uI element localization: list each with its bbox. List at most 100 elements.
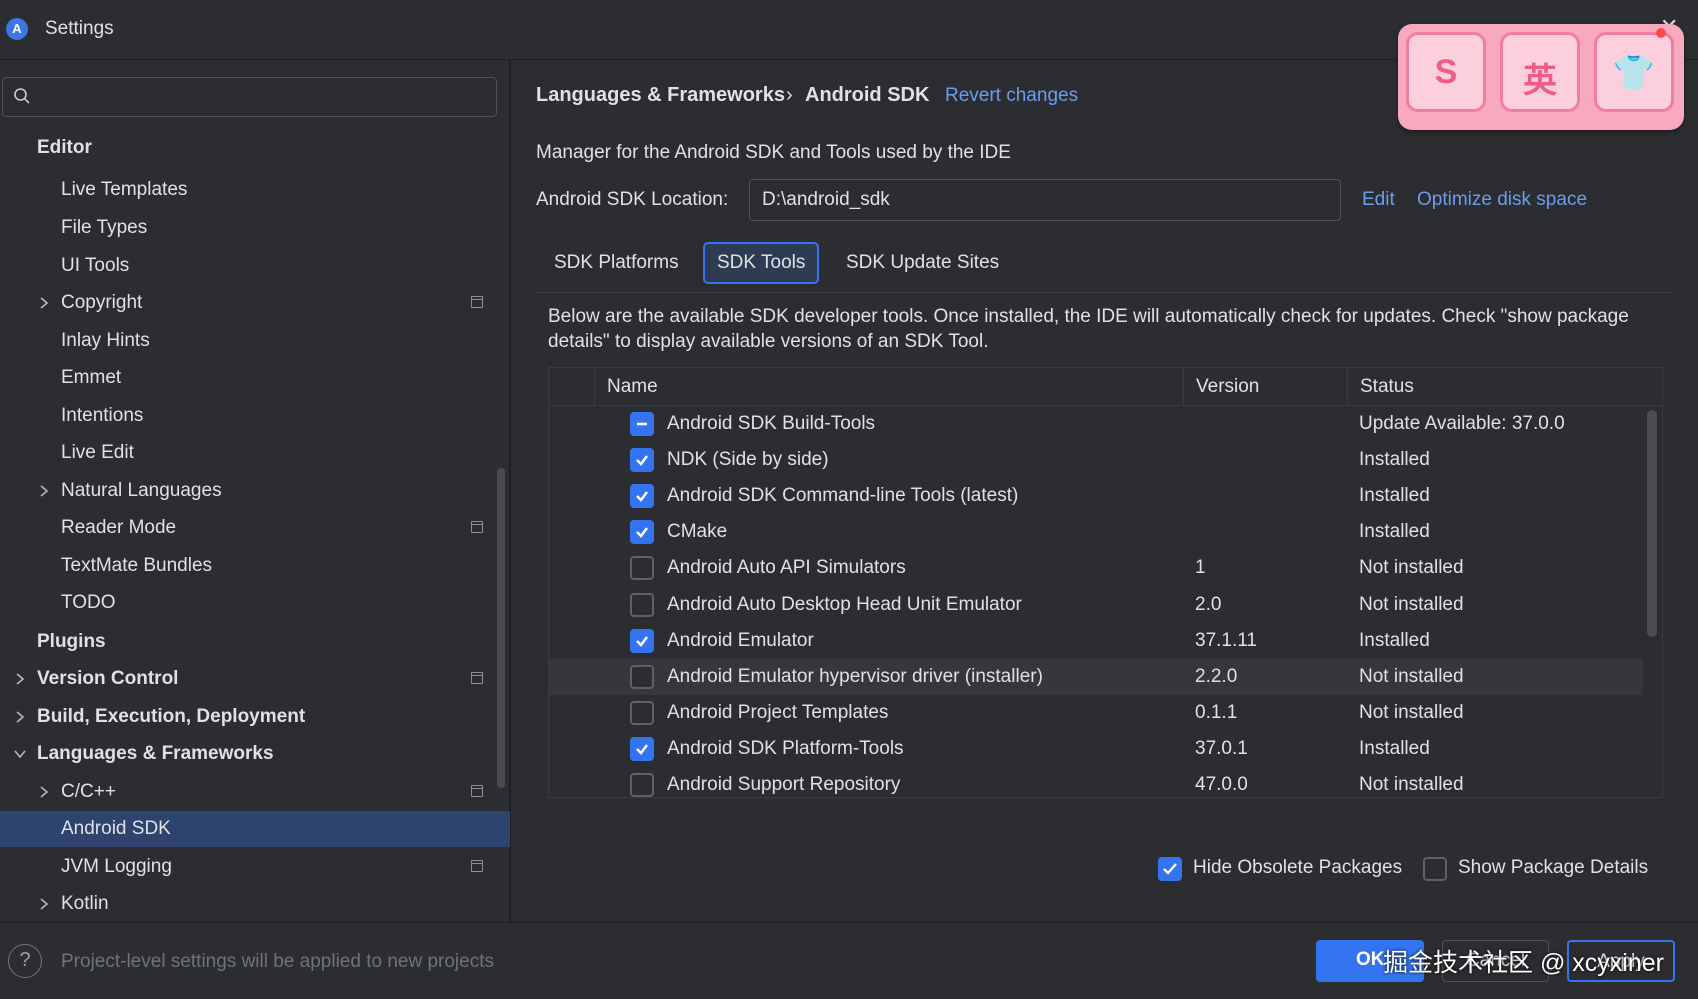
row-name: Android Support Repository xyxy=(667,774,901,795)
project-level-icon xyxy=(471,521,483,533)
row-checkbox[interactable] xyxy=(630,448,654,473)
sidebar-item[interactable]: TextMate Bundles xyxy=(0,548,510,584)
table-row[interactable]: Android SDK Build-Tools Update Available:… xyxy=(549,406,1643,442)
row-version: 2.2.0 xyxy=(1195,665,1238,687)
row-status: Installed xyxy=(1359,449,1430,471)
row-checkbox[interactable] xyxy=(630,556,654,581)
sidebar-item-label: Editor xyxy=(37,137,92,158)
chevron-right-icon[interactable] xyxy=(13,710,27,724)
chevron-right-icon[interactable] xyxy=(37,296,51,310)
sidebar-item[interactable]: Version Control xyxy=(0,661,510,697)
row-checkbox[interactable] xyxy=(630,628,654,653)
sidebar-item[interactable]: JVM Logging xyxy=(0,849,510,885)
revert-changes-link[interactable]: Revert changes xyxy=(945,85,1078,107)
chevron-right-icon[interactable] xyxy=(37,484,51,498)
breadcrumb-current: Android SDK xyxy=(805,84,930,106)
row-checkbox[interactable] xyxy=(630,484,654,509)
tabs-divider xyxy=(536,292,1673,293)
watermark-text: 掘金技术社区 @ xcyxiner xyxy=(1383,949,1664,977)
sidebar-item-label: Version Control xyxy=(37,668,179,689)
sidebar-item[interactable]: TODO xyxy=(0,585,510,621)
row-status: Not installed xyxy=(1359,701,1464,723)
sidebar-item[interactable]: Live Templates xyxy=(0,172,510,208)
chevron-down-icon[interactable] xyxy=(13,747,27,761)
help-button[interactable]: ? xyxy=(8,944,42,978)
column-header-name[interactable]: Name xyxy=(607,368,658,405)
sidebar-item[interactable]: Copyright xyxy=(0,285,510,321)
sidebar-item[interactable]: Languages & Frameworks xyxy=(0,736,510,772)
sidebar-item[interactable]: Build, Execution, Deployment xyxy=(0,699,510,735)
sdk-location-label: Android SDK Location: xyxy=(536,189,729,210)
table-row[interactable]: Android Auto Desktop Head Unit Emulator 2… xyxy=(549,587,1643,623)
sidebar-item[interactable]: Inlay Hints xyxy=(0,323,510,359)
row-name: CMake xyxy=(667,521,728,543)
sidebar-item[interactable]: Android SDK xyxy=(0,811,510,847)
sidebar-item-label: C/C++ xyxy=(61,781,116,802)
search-input[interactable] xyxy=(2,77,497,117)
table-row[interactable]: Android Emulator hypervisor driver (inst… xyxy=(549,658,1643,695)
tab-sdk-platforms[interactable]: SDK Platforms xyxy=(542,242,691,284)
sidebar-item[interactable]: C/C++ xyxy=(0,774,510,810)
tab-sdk-update-sites[interactable]: SDK Update Sites xyxy=(834,242,1011,284)
row-status: Not installed xyxy=(1359,557,1464,579)
language-key[interactable]: 英 xyxy=(1500,32,1580,112)
edit-link[interactable]: Edit xyxy=(1362,189,1395,211)
sidebar-item[interactable]: Intentions xyxy=(0,398,510,434)
skin-key[interactable]: 👕 xyxy=(1594,32,1674,112)
table-row[interactable]: CMake Installed xyxy=(549,514,1643,550)
sogou-s-key[interactable]: S xyxy=(1406,32,1486,112)
row-checkbox[interactable] xyxy=(630,412,654,436)
chevron-right-icon[interactable] xyxy=(37,785,51,799)
sidebar-item-label: Kotlin xyxy=(61,893,109,914)
sdk-tools-info: Below are the available SDK developer to… xyxy=(548,306,1629,352)
row-checkbox[interactable] xyxy=(630,592,654,617)
row-version: 37.1.11 xyxy=(1195,629,1257,651)
table-scrollbar[interactable] xyxy=(1647,410,1657,637)
sidebar-item[interactable]: Live Edit xyxy=(0,435,510,471)
page-description: Manager for the Android SDK and Tools us… xyxy=(536,142,1011,163)
sidebar-item[interactable]: Emmet xyxy=(0,360,510,396)
sidebar-item-label: Natural Languages xyxy=(61,480,222,501)
project-level-icon xyxy=(471,860,483,872)
row-checkbox[interactable] xyxy=(630,700,654,725)
row-checkbox[interactable] xyxy=(630,773,654,797)
sidebar-item[interactable]: File Types xyxy=(0,210,510,246)
table-row[interactable]: Android SDK Command-line Tools (latest) I… xyxy=(549,478,1643,514)
sidebar-item-label: Live Templates xyxy=(61,179,188,200)
chevron-right-icon[interactable] xyxy=(13,672,27,686)
optimize-disk-space-link[interactable]: Optimize disk space xyxy=(1417,189,1587,211)
chevron-right-icon[interactable] xyxy=(37,897,51,911)
sdk-location-field[interactable]: D:\android_sdk xyxy=(749,179,1341,221)
column-header-status[interactable]: Status xyxy=(1360,368,1414,405)
hide-obsolete-checkbox[interactable] xyxy=(1158,857,1182,881)
table-row[interactable]: Android Auto API Simulators 1 Not installe… xyxy=(549,550,1643,586)
sidebar-item[interactable]: Editor xyxy=(0,130,510,166)
table-row[interactable]: Android Support Repository 47.0.0 Not inst… xyxy=(549,767,1643,797)
sidebar-item[interactable]: Kotlin xyxy=(0,886,510,922)
tab-sdk-tools[interactable]: SDK Tools xyxy=(703,242,820,284)
row-checkbox[interactable] xyxy=(630,736,654,761)
table-row[interactable]: NDK (Side by side) Installed xyxy=(549,442,1643,478)
sidebar-item[interactable]: UI Tools xyxy=(0,248,510,284)
table-row[interactable]: Android Project Templates 0.1.1 Not instal… xyxy=(549,695,1643,731)
row-name: Android SDK Command-line Tools (latest) xyxy=(667,485,1019,507)
sidebar-item[interactable]: Natural Languages xyxy=(0,473,510,509)
breadcrumb-parent[interactable]: Languages & Frameworks xyxy=(536,84,785,107)
column-separator xyxy=(1183,368,1184,405)
floating-toolbar-widget[interactable]: S 英 👕 xyxy=(1398,24,1684,130)
table-row[interactable]: Android SDK Platform-Tools 37.0.1 Installe… xyxy=(549,731,1643,767)
row-checkbox[interactable] xyxy=(630,520,654,545)
table-row[interactable]: Android Emulator 37.1.11 Installed xyxy=(549,623,1643,659)
show-details-checkbox[interactable] xyxy=(1423,857,1447,881)
sidebar-item[interactable]: Reader Mode xyxy=(0,510,510,546)
sidebar-item[interactable]: Plugins xyxy=(0,624,510,660)
column-header-version[interactable]: Version xyxy=(1196,368,1259,405)
row-checkbox[interactable] xyxy=(630,664,654,689)
sidebar-item-label: Languages & Frameworks xyxy=(37,743,274,764)
dialog-footer: ? Project-level settings will be applied… xyxy=(0,922,1698,999)
sidebar-scrollbar[interactable] xyxy=(497,468,505,788)
sidebar-item-label: JVM Logging xyxy=(61,856,172,877)
project-level-icon xyxy=(471,785,483,797)
sidebar-item-label: Reader Mode xyxy=(61,517,177,538)
show-details-label: Show Package Details xyxy=(1458,857,1649,878)
